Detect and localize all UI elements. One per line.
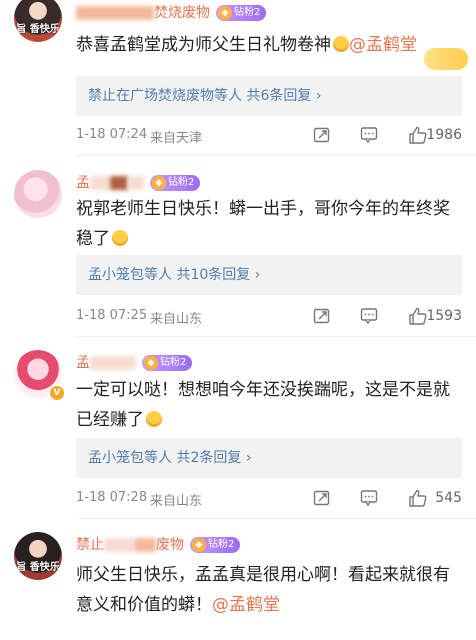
username[interactable]: 孟 ◆ 钻粉2 (76, 352, 193, 371)
reply-preview[interactable]: 孟小笼包等人 共10条回复 › (76, 255, 462, 295)
username[interactable]: 焚烧废物 ◆ 钻粉2 (76, 2, 267, 21)
timestamp: 1-18 07:24 (76, 127, 148, 142)
emoji-icon (112, 230, 128, 246)
like-icon[interactable] (408, 307, 428, 325)
reply-preview[interactable]: 禁止在广场焚烧废物等人 共6条回复 › (76, 76, 462, 116)
chevron-right-icon: › (315, 88, 322, 104)
comment-text: 祝郭老师生日快乐！蟒一出手，哥你今年的年终奖稳了 (76, 199, 450, 249)
comment-icon[interactable] (360, 307, 380, 325)
like-count: 1986 (426, 127, 462, 143)
fan-badge[interactable]: ◆ 钻粉2 (190, 537, 241, 553)
comment-icon[interactable] (360, 126, 380, 144)
share-icon[interactable] (313, 489, 333, 507)
mention-link[interactable]: @孟鹤堂 (349, 35, 417, 55)
source-location: 来自山东 (150, 494, 203, 509)
username-suffix: 焚烧废物 (154, 5, 210, 21)
comment-text: 师父生日快乐，孟孟真是很用心啊！看起来就很有意义和价值的蟒！@孟鹤堂 (76, 565, 450, 615)
sticker-icon (424, 48, 468, 70)
timestamp: 1-18 07:25 (76, 308, 148, 323)
avatar[interactable]: 旨 香快乐 (14, 532, 62, 580)
diamond-icon: ◆ (144, 356, 158, 370)
emoji-icon (146, 411, 162, 427)
diamond-icon: ◆ (152, 176, 166, 190)
avatar[interactable]: 旨 香快乐 (14, 0, 62, 42)
avatar[interactable] (14, 170, 62, 218)
like-count: 545 (435, 490, 462, 506)
fan-badge[interactable]: ◆ 钻粉2 (142, 355, 193, 371)
emoji-icon (333, 36, 349, 52)
source-location: 来自山东 (150, 312, 203, 327)
verified-badge-icon: V (48, 384, 66, 402)
username-prefix: 孟 (76, 175, 90, 191)
comment-text: 恭喜孟鹤堂成为师父生日礼物卷神 @孟鹤堂 (76, 35, 417, 55)
comment-meta: 1-18 07:28 来自山东 545 (76, 489, 462, 510)
username[interactable]: 孟 ◆ 钻粉2 (76, 172, 201, 191)
blurred-name (76, 6, 154, 20)
avatar-label: 旨 香快乐 (16, 24, 60, 35)
divider (76, 155, 476, 156)
avatar-label: 旨 香快乐 (16, 562, 60, 573)
divider (76, 336, 476, 337)
like-icon[interactable] (408, 489, 428, 507)
username-prefix: 孟 (76, 355, 90, 371)
chevron-right-icon: › (245, 450, 252, 466)
username-prefix: 禁止 (76, 537, 104, 553)
comment-icon[interactable] (360, 489, 380, 507)
diamond-icon: ◆ (192, 538, 206, 552)
diamond-icon: ◆ (218, 6, 232, 20)
like-count: 1593 (426, 308, 462, 324)
timestamp: 1-18 07:28 (76, 490, 148, 505)
fan-badge[interactable]: ◆ 钻粉2 (216, 5, 267, 21)
comment-meta: 1-18 07:25 来自山东 1593 (76, 307, 462, 328)
source-location: 来自天津 (150, 131, 203, 146)
username[interactable]: 禁止 废物 ◆ 钻粉2 (76, 534, 241, 553)
fan-badge[interactable]: ◆ 钻粉2 (150, 175, 201, 191)
reply-preview[interactable]: 孟小笼包等人 共2条回复 › (76, 438, 462, 478)
comment-text: 一定可以哒！想想咱今年还没挨踹呢，这是不是就已经赚了 (76, 380, 450, 430)
divider (76, 518, 476, 519)
username-suffix: 废物 (156, 537, 184, 553)
like-icon[interactable] (408, 126, 428, 144)
mention-link[interactable]: @孟鹤堂 (212, 595, 280, 615)
share-icon[interactable] (313, 307, 333, 325)
share-icon[interactable] (313, 126, 333, 144)
comment-meta: 1-18 07:24 来自天津 1986 (76, 126, 462, 147)
chevron-right-icon: › (254, 267, 261, 283)
